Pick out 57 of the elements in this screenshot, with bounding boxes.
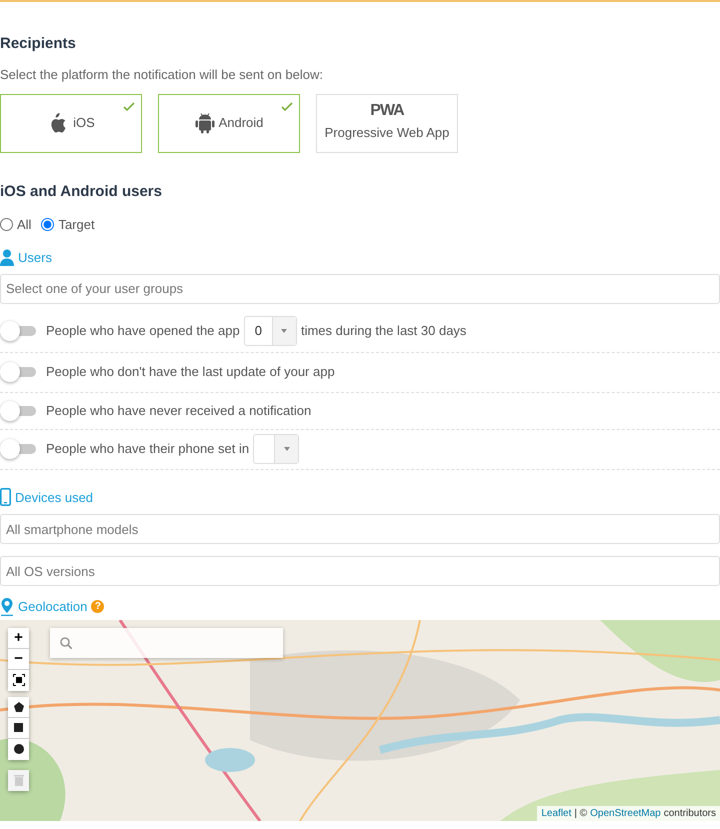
section-title: Recipients [0, 35, 77, 53]
section-heading: Geolocation [18, 598, 88, 616]
circle-icon [14, 744, 24, 754]
toggle-switch[interactable] [0, 320, 36, 340]
instruction-text: Select the platform the notification will be sent on below: [0, 66, 324, 84]
fullscreen-button[interactable] [8, 670, 29, 690]
dropdown-select[interactable] [253, 434, 300, 464]
attribution-text: contributors [664, 806, 716, 820]
caret-icon [284, 447, 290, 451]
radio-button[interactable] [0, 218, 13, 231]
zoom-out-button[interactable]: − [8, 648, 29, 670]
radio-button[interactable] [41, 218, 54, 231]
radio-label[interactable]: All [17, 214, 32, 234]
phone-icon [0, 488, 11, 506]
check-icon [281, 102, 293, 110]
section-title: iOS and Android users [0, 182, 163, 200]
section-heading: Devices used [15, 488, 94, 506]
platform-option[interactable]: PWA Progressive Web App [316, 94, 458, 152]
square-icon [14, 723, 23, 732]
dropdown-select[interactable]: 0 [244, 316, 297, 346]
platform-option[interactable]: Android [158, 94, 300, 152]
draw-circle-button[interactable] [8, 738, 29, 760]
pentagon-icon [14, 702, 24, 712]
platform-option[interactable]: iOS [0, 94, 142, 152]
toggle-switch[interactable] [0, 400, 36, 420]
filter-text: People who don't have the last update of your app [46, 363, 335, 382]
attribution-text: | © [574, 806, 588, 820]
platform-label: iOS [73, 114, 95, 132]
caret-icon [281, 328, 288, 332]
person-icon [0, 249, 14, 266]
location-pin-icon [0, 598, 14, 616]
dropdown-field[interactable]: All smartphone models [0, 514, 720, 544]
filter-text: People who have opened the app [46, 322, 240, 340]
radio-label[interactable]: Target [58, 214, 95, 234]
android-icon [194, 112, 215, 134]
attribution-link[interactable]: OpenStreetMap [590, 806, 661, 820]
toggle-switch[interactable] [0, 439, 36, 459]
check-icon [123, 102, 135, 110]
trash-icon [14, 774, 24, 786]
draw-polygon-button[interactable] [8, 696, 29, 718]
platform-label: Android [218, 114, 264, 132]
section-heading: Users [18, 249, 52, 267]
attribution-link[interactable]: Leaflet [541, 806, 572, 820]
filter-text: times during the last 30 days [300, 322, 466, 340]
pwa-logo: PWA [370, 103, 404, 120]
dropdown-field[interactable]: All OS versions [0, 556, 720, 586]
group-select-field[interactable]: Select one of your user groups [0, 274, 720, 304]
zoom-in-button[interactable]: + [8, 628, 29, 648]
platform-label: Progressive Web App [324, 124, 450, 142]
filter-text: People who have their phone set in [46, 440, 250, 458]
delete-button[interactable] [8, 770, 29, 790]
toggle-switch[interactable] [0, 362, 36, 382]
map-search-field[interactable] [50, 628, 283, 658]
draw-rectangle-button[interactable] [8, 718, 29, 738]
fullscreen-icon [12, 674, 24, 686]
search-icon [60, 636, 72, 648]
filter-text: People who have never received a notification [46, 402, 312, 420]
